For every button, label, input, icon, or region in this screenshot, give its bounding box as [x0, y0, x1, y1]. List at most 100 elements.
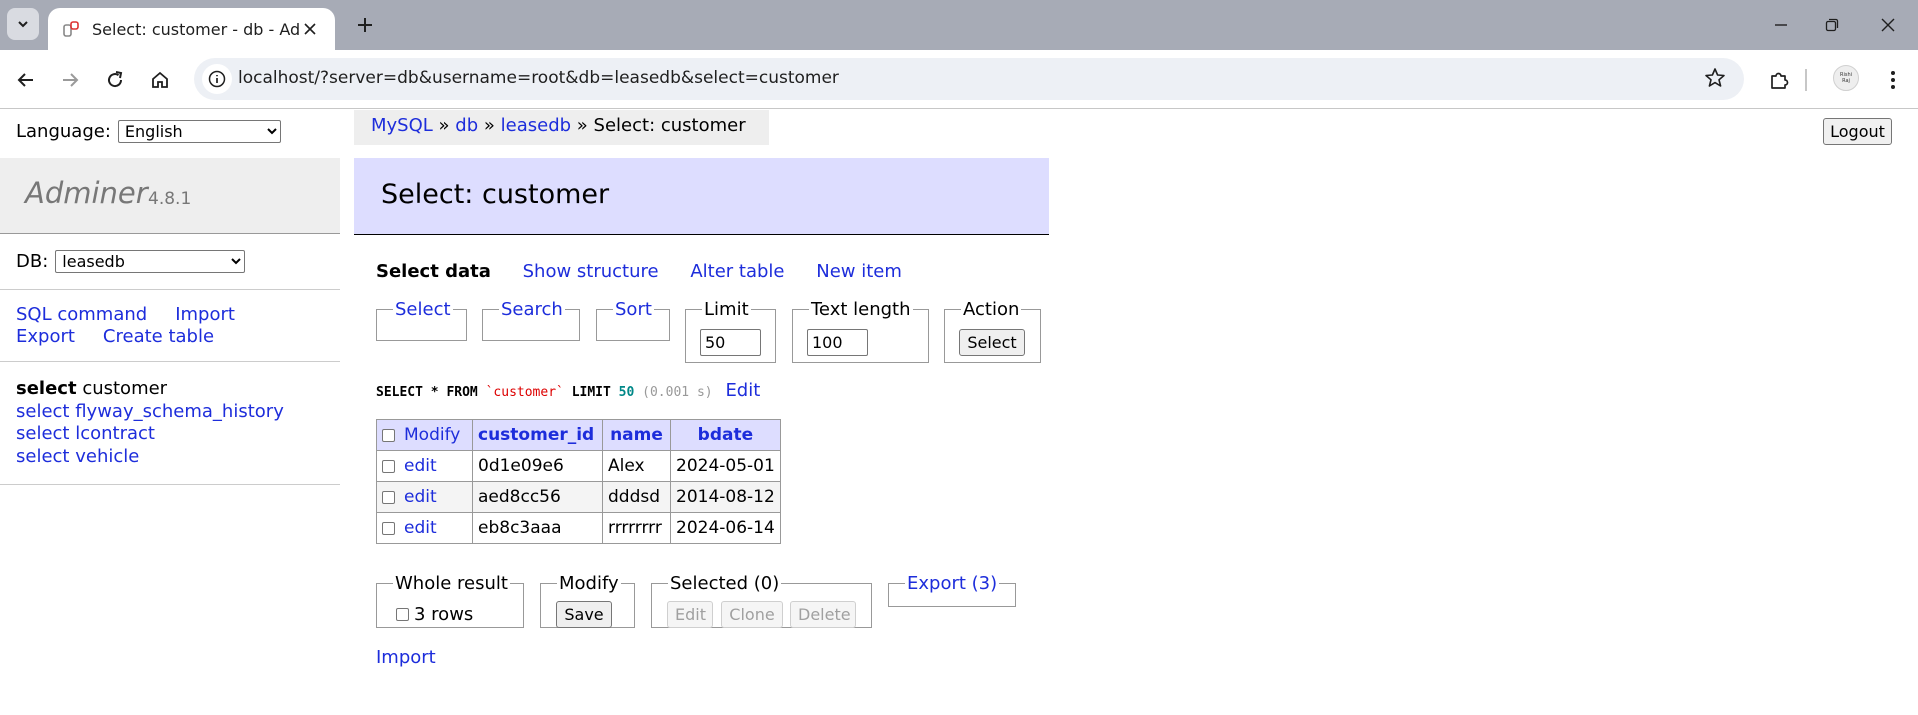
new-item-link[interactable]: New item	[816, 261, 902, 282]
row-checkbox[interactable]	[382, 521, 395, 535]
row-checkbox[interactable]	[382, 459, 395, 473]
modify-legend: Modify	[559, 573, 619, 594]
export-results-link[interactable]: Export (3)	[907, 573, 997, 594]
row-checkbox[interactable]	[382, 490, 395, 504]
browser-tab[interactable]: Select: customer - db - Adminer	[48, 8, 335, 50]
adminer-version: 4.8.1	[148, 189, 192, 209]
language-selector: Language: English	[16, 120, 281, 143]
import-data-link[interactable]: Import	[376, 647, 436, 668]
page-heading: Select: customer	[354, 158, 1049, 235]
row-select-cell: edit	[376, 512, 473, 544]
close-window-button[interactable]	[1871, 8, 1905, 42]
table-lcontract-link[interactable]: lcontract	[75, 423, 155, 444]
sql-keyword: LIMIT	[571, 385, 611, 400]
extensions-button[interactable]	[1762, 63, 1796, 97]
table-flyway-link[interactable]: flyway_schema_history	[75, 401, 284, 422]
chevron-down-icon	[16, 17, 30, 31]
logout-button[interactable]: Logout	[1823, 118, 1892, 145]
select-vehicle-link[interactable]: select	[16, 446, 69, 467]
whole-result-option: 3 rows	[396, 604, 473, 625]
result-table: Modify customer_id name bdate edit 0d1e0…	[376, 419, 781, 544]
delete-selected-button[interactable]: Delete	[790, 601, 856, 628]
address-bar[interactable]: localhost/?server=db&username=root&db=le…	[194, 58, 1744, 100]
text-length-input[interactable]	[807, 329, 868, 356]
adminer-home-link[interactable]: Adminer	[25, 176, 148, 210]
edit-row-link[interactable]: edit	[404, 487, 437, 507]
save-button[interactable]: Save	[556, 601, 612, 628]
sql-table-name: `customer`	[485, 385, 564, 400]
edit-row-link[interactable]: edit	[404, 518, 437, 538]
edit-selected-button[interactable]: Edit	[667, 601, 713, 628]
sql-command-link[interactable]: SQL command	[16, 304, 147, 325]
modify-column-header: Modify	[376, 419, 473, 451]
table-row: edit 0d1e09e6 Alex 2024-05-01	[376, 450, 781, 482]
restore-window-button[interactable]	[1815, 8, 1849, 42]
bookmark-star-icon[interactable]	[1704, 67, 1728, 91]
browser-menu-button[interactable]	[1876, 63, 1910, 97]
table-list: select customer select flyway_schema_his…	[16, 378, 284, 469]
breadcrumb-db[interactable]: db	[455, 115, 478, 136]
column-header-name[interactable]: name	[602, 419, 671, 451]
import-link[interactable]: Import	[175, 304, 235, 325]
table-list-item: select customer	[16, 378, 284, 401]
back-button[interactable]	[9, 63, 43, 97]
table-row: edit eb8c3aaa rrrrrrrr 2024-06-14	[376, 512, 781, 544]
sql-keyword: FROM	[446, 385, 478, 400]
edit-row-link[interactable]: edit	[404, 456, 437, 476]
cell-name: dddsd	[602, 481, 671, 513]
forward-button[interactable]	[53, 63, 87, 97]
tab-search-button[interactable]	[7, 8, 39, 40]
url-text[interactable]: localhost/?server=db&username=root&db=le…	[238, 68, 839, 88]
limit-input[interactable]	[700, 329, 761, 356]
reload-button[interactable]	[98, 63, 132, 97]
create-table-link[interactable]: Create table	[103, 326, 214, 347]
whole-result-legend: Whole result	[395, 573, 508, 594]
minimize-window-button[interactable]	[1764, 8, 1798, 42]
search-fieldset: Search	[482, 299, 580, 341]
arrow-right-icon	[60, 70, 80, 90]
row-select-cell: edit	[376, 450, 473, 482]
minimize-icon	[1774, 18, 1788, 32]
table-vehicle-link[interactable]: vehicle	[75, 446, 139, 467]
sidebar-divider	[0, 484, 340, 485]
sort-link[interactable]: Sort	[615, 299, 652, 320]
modify-all-link[interactable]: Modify	[404, 425, 460, 445]
sql-star: *	[430, 385, 439, 400]
alter-table-link[interactable]: Alter table	[690, 261, 784, 282]
db-select[interactable]: leasedb	[55, 250, 246, 273]
select-lcontract-link[interactable]: select	[16, 423, 69, 444]
breadcrumb-leasedb[interactable]: leasedb	[501, 115, 571, 136]
select-customer-link[interactable]: select	[16, 378, 77, 399]
all-rows-checkbox[interactable]	[396, 608, 409, 621]
sql-limit-number: 50	[618, 385, 635, 400]
home-button[interactable]	[143, 63, 177, 97]
table-list-item: select flyway_schema_history	[16, 401, 284, 424]
breadcrumb-mysql[interactable]: MySQL	[371, 115, 433, 136]
language-select[interactable]: English	[117, 120, 281, 143]
profile-avatar[interactable]: Rishi Raj	[1833, 65, 1859, 91]
table-subnav: Select data Show structure Alter table N…	[376, 261, 928, 282]
select-submit-button[interactable]: Select	[959, 329, 1025, 356]
row-select-cell: edit	[376, 481, 473, 513]
select-flyway-link[interactable]: select	[16, 401, 69, 422]
close-tab-icon[interactable]	[299, 18, 321, 40]
clone-selected-button[interactable]: Clone	[721, 601, 783, 628]
select-columns-link[interactable]: Select	[395, 299, 451, 320]
select-fieldset: Select	[376, 299, 467, 341]
selected-legend: Selected (0)	[670, 573, 780, 594]
select-all-checkbox[interactable]	[382, 428, 395, 442]
edit-query-link[interactable]: Edit	[725, 380, 760, 401]
column-header-bdate[interactable]: bdate	[670, 419, 781, 451]
restore-icon	[1825, 18, 1839, 32]
new-tab-button[interactable]	[350, 10, 380, 40]
export-link[interactable]: Export	[16, 326, 75, 347]
page-title: Select: customer	[381, 179, 610, 210]
kebab-menu-icon	[1890, 70, 1896, 90]
executed-query: SELECT * FROM `customer` LIMIT 50 (0.001…	[376, 380, 760, 401]
home-icon	[150, 70, 170, 90]
column-header-customer-id[interactable]: customer_id	[472, 419, 603, 451]
search-link[interactable]: Search	[501, 299, 563, 320]
table-customer-link[interactable]: customer	[82, 378, 167, 399]
show-structure-link[interactable]: Show structure	[523, 261, 659, 282]
site-info-icon[interactable]	[202, 64, 232, 94]
